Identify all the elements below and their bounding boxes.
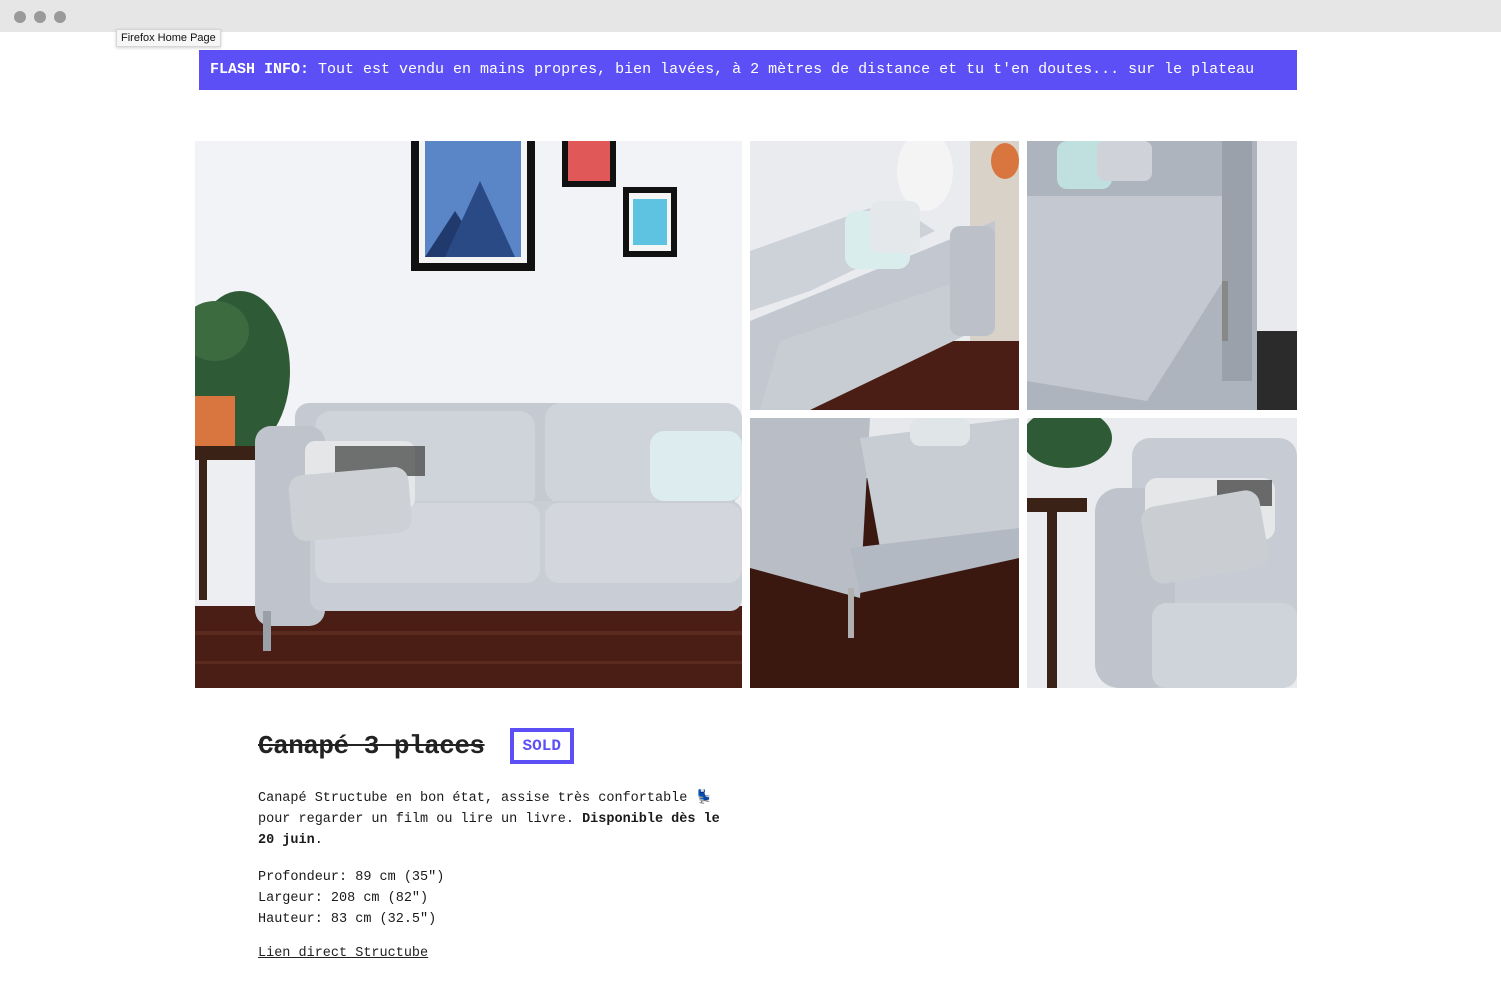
- structube-link[interactable]: Lien direct Structube: [258, 946, 428, 961]
- sofa-seat-photo: [1027, 141, 1297, 410]
- title-row: Canapé 3 places SOLD: [258, 728, 728, 764]
- gallery-image-sofa-angle[interactable]: [750, 141, 1019, 410]
- minimize-window-icon[interactable]: [34, 11, 46, 23]
- product-details: Canapé 3 places SOLD Canapé Structube en…: [258, 728, 728, 961]
- gallery-image-sofa-corner[interactable]: [750, 418, 1019, 688]
- dimension-depth: Profondeur: 89 cm (35"): [258, 870, 445, 885]
- flash-label: FLASH INFO:: [210, 61, 310, 78]
- sold-badge: SOLD: [509, 728, 574, 764]
- close-window-icon[interactable]: [14, 11, 26, 23]
- tooltip: Firefox Home Page: [116, 29, 221, 47]
- flash-text: Tout est vendu en mains propres, bien la…: [309, 61, 1255, 78]
- product-description: Canapé Structube en bon état, assise trè…: [258, 788, 728, 851]
- sofa-front-photo: [195, 141, 742, 688]
- browser-titlebar: [0, 0, 1501, 32]
- dimension-width: Largeur: 208 cm (82"): [258, 891, 429, 906]
- flash-info-banner: FLASH INFO: Tout est vendu en mains prop…: [199, 50, 1297, 90]
- sofa-angle-photo: [750, 141, 1019, 410]
- dimension-height: Hauteur: 83 cm (32.5"): [258, 912, 437, 927]
- product-title: Canapé 3 places: [258, 731, 485, 761]
- description-end: .: [314, 833, 323, 848]
- gallery-image-sofa-seat[interactable]: [1027, 141, 1297, 410]
- gallery-image-sofa-armrest[interactable]: [1027, 418, 1297, 688]
- zoom-window-icon[interactable]: [54, 11, 66, 23]
- gallery-image-sofa-front[interactable]: [195, 141, 742, 688]
- sofa-armrest-photo: [1027, 418, 1297, 688]
- dimensions: Profondeur: 89 cm (35") Largeur: 208 cm …: [258, 867, 728, 930]
- sofa-corner-photo: [750, 418, 1019, 688]
